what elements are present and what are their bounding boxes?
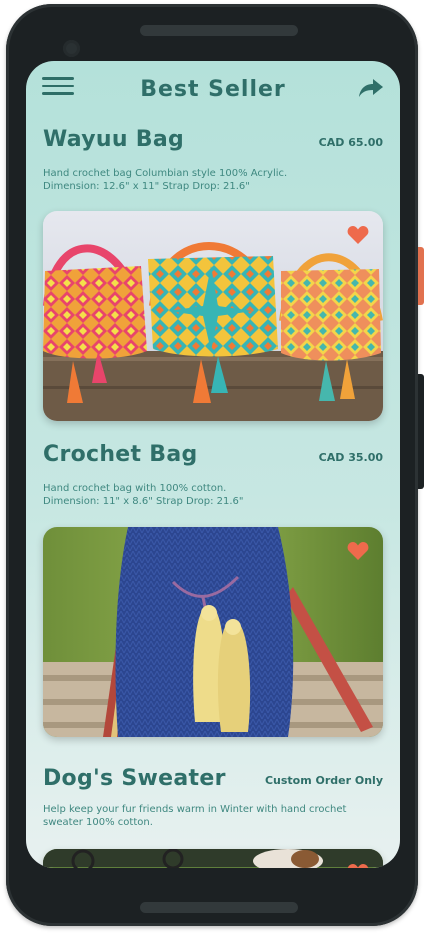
item-description: Hand crochet bag with 100% cotton. Dimen… [43,482,373,508]
item-title: Crochet Bag [43,442,198,467]
heart-icon[interactable] [347,225,369,245]
description-line: Hand crochet bag with 100% cotton. [43,483,227,494]
description-line: Dimension: 11" x 8.6" Strap Drop: 21.6" [43,496,244,507]
item-price: CAD 35.00 [318,451,383,464]
product-image-dogs-sweater[interactable] [43,849,383,868]
bottom-speaker [140,902,298,913]
product-image-wayuu-bag[interactable] [43,211,383,421]
front-camera [63,40,80,57]
earpiece-speaker [140,25,298,36]
item-title: Wayuu Bag [43,127,185,152]
power-button [418,247,424,305]
page-title: Best Seller [140,77,286,102]
dogs-sweater-photo [43,849,383,868]
app-screen: Best Seller Wayuu Bag CAD 65.00 Hand cro… [26,61,400,868]
top-bar: Best Seller [26,61,400,121]
item-title: Dog's Sweater [43,766,226,791]
description-line: sweater 100% cotton. [43,817,153,828]
item-price: Custom Order Only [264,774,383,787]
item-price: CAD 65.00 [318,136,383,149]
description-line: Hand crochet bag Columbian style 100% Ac… [43,168,288,179]
item-description: Help keep your fur friends warm in Winte… [43,803,373,829]
heart-icon[interactable] [347,863,369,868]
description-line: Help keep your fur friends warm in Winte… [43,804,347,815]
description-line: Dimension: 12.6" x 11" Strap Drop: 21.6" [43,181,250,192]
share-icon[interactable] [358,77,384,99]
crochet-bag-photo [43,527,383,737]
wayuu-bags-photo [43,211,383,421]
heart-icon[interactable] [347,541,369,561]
product-image-crochet-bag[interactable] [43,527,383,737]
volume-button [418,374,424,489]
item-description: Hand crochet bag Columbian style 100% Ac… [43,167,373,193]
